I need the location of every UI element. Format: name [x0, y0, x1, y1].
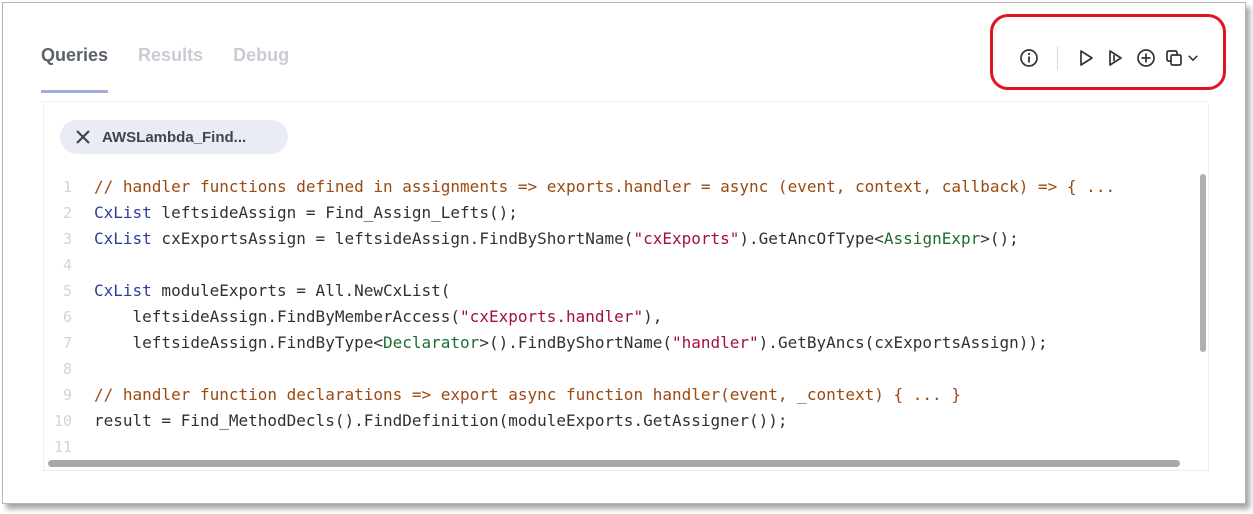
line-number: 1 [62, 178, 72, 196]
tab-bar: Queries Results Debug [41, 45, 289, 93]
query-chip-label: AWSLambda_Find... [102, 128, 247, 146]
code-token: Declarator [382, 333, 480, 352]
query-panel: AWSLambda_Find... 1 // handler functions … [43, 104, 1209, 471]
line-number: 4 [62, 256, 72, 274]
code-token: >(); [980, 229, 1019, 248]
tab-results[interactable]: Results [138, 45, 203, 93]
code-token: leftsideAssign.FindByMemberAccess( [94, 307, 461, 326]
line-number: 9 [62, 386, 72, 404]
code-token: cxExportsAssign = leftsideAssign.FindByS… [151, 229, 634, 248]
code-token: // handler functions defined in assignme… [94, 177, 1116, 196]
code-text: CxList moduleExports = All.NewCxList( [94, 278, 450, 304]
toolbar-highlight-annotation [990, 14, 1226, 90]
code-editor[interactable]: 1 // handler functions defined in assignm… [44, 174, 1208, 464]
code-token: leftsideAssign = Find_Assign_Lefts(); [151, 203, 518, 222]
code-token: // handler function declarations => expo… [94, 385, 961, 404]
code-token: moduleExports = All.NewCxList( [151, 281, 451, 300]
code-token: result = Find_MethodDecls().FindDefiniti… [94, 411, 788, 430]
code-token: "cxExports.handler" [460, 307, 644, 326]
line-number: 11 [53, 438, 72, 456]
tab-debug[interactable]: Debug [233, 45, 289, 93]
code-text: CxList cxExportsAssign = leftsideAssign.… [94, 226, 1019, 252]
code-text: result = Find_MethodDecls().FindDefiniti… [94, 408, 788, 434]
code-text: CxList leftsideAssign = Find_Assign_Left… [94, 200, 518, 226]
code-token: CxList [94, 203, 152, 222]
close-icon[interactable] [74, 128, 92, 146]
tab-queries[interactable]: Queries [41, 45, 109, 93]
code-token: ), [643, 307, 663, 326]
horizontal-scrollbar[interactable] [48, 460, 1180, 467]
code-token: "cxExports" [633, 229, 740, 248]
code-token: CxList [94, 229, 152, 248]
query-chip[interactable]: AWSLambda_Find... [60, 120, 288, 154]
line-number: 5 [62, 282, 72, 300]
line-number: 7 [62, 334, 72, 352]
vertical-scrollbar[interactable] [1200, 174, 1206, 352]
code-token: ).GetByAncs(cxExportsAssign)); [758, 333, 1048, 352]
code-token: AssignExpr [883, 229, 981, 248]
code-text: // handler functions defined in assignme… [94, 174, 1115, 200]
line-number: 10 [53, 412, 72, 430]
line-number: 6 [62, 308, 72, 326]
code-token: leftsideAssign.FindByType< [94, 333, 383, 352]
code-token: ).GetAncOfType< [739, 229, 884, 248]
line-number: 8 [62, 360, 72, 378]
line-number: 2 [62, 204, 72, 222]
code-text: // handler function declarations => expo… [94, 382, 961, 408]
line-number: 3 [62, 230, 72, 248]
code-text: leftsideAssign.FindByType<Declarator>().… [94, 330, 1048, 356]
tab-divider [41, 101, 1208, 102]
code-token: CxList [94, 281, 152, 300]
code-text: leftsideAssign.FindByMemberAccess("cxExp… [94, 304, 663, 330]
code-token: "handler" [671, 333, 759, 352]
code-token: >().FindByShortName( [479, 333, 672, 352]
